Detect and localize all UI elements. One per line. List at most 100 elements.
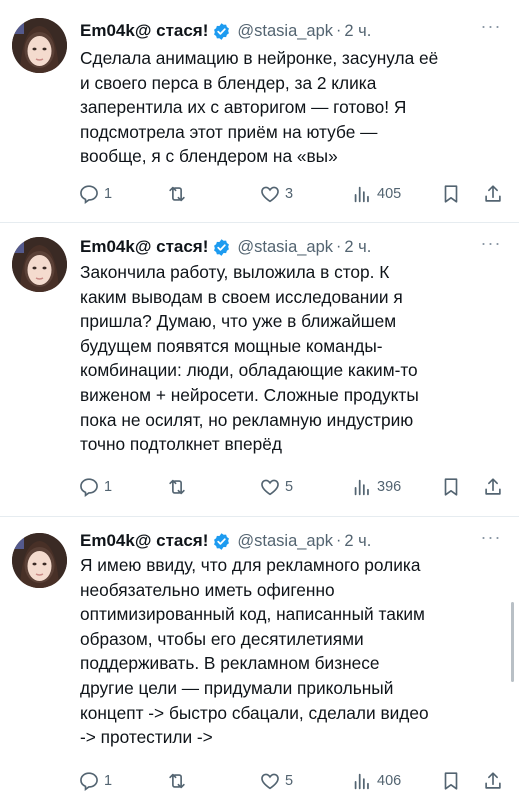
tweet-text-line: заперентила их с авторигом — готово! Я <box>80 97 407 118</box>
tweet-text-line: будущем появятся мощные команды- <box>80 335 383 356</box>
more-icon[interactable]: ··· <box>478 17 504 40</box>
reply-icon <box>80 478 98 497</box>
views-button[interactable]: 396 <box>351 473 401 501</box>
retweet-icon <box>169 186 185 202</box>
author-name[interactable]: Em04k@ стася! <box>80 531 208 551</box>
tweet-text-line: пришла? Думаю, что уже в ближайшем <box>80 311 397 332</box>
tweet-text-line: другие цели — придумали прикольный <box>80 677 394 698</box>
reply-button[interactable]: 1 <box>78 767 112 795</box>
tweet-header: Em04k@ стася! @stasia_apk · 2 ч. <box>80 235 371 259</box>
like-button[interactable]: 3 <box>259 180 293 208</box>
tweet-text-line: Закончила работу, выложила в стор. К <box>80 262 390 282</box>
more-icon[interactable]: ··· <box>478 528 504 551</box>
scrollbar[interactable] <box>511 602 514 682</box>
author-handle[interactable]: @stasia_apk <box>237 22 333 41</box>
retweet-button[interactable] <box>166 473 192 501</box>
tweet-text: Закончила работу, выложила в стор. К как… <box>80 260 505 457</box>
tweet-header: Em04k@ стася! @stasia_apk · 2 ч. <box>80 19 371 43</box>
verified-badge-icon <box>214 532 230 550</box>
views-button[interactable]: 405 <box>351 180 401 208</box>
tweet-actions: 1 5 406 <box>78 767 508 795</box>
like-button[interactable]: 5 <box>259 767 293 795</box>
tweet-text-line: вообще, я с блендером на «вы» <box>80 146 338 167</box>
avatar[interactable] <box>12 237 67 292</box>
avatar[interactable] <box>12 533 67 588</box>
share-button[interactable] <box>482 180 504 208</box>
meta-separator: · <box>336 22 342 39</box>
tweet-actions: 1 3 405 <box>78 180 508 208</box>
bookmark-icon <box>444 772 458 790</box>
tweet[interactable]: Em04k@ стася! @stasia_apk · 2 ч. ··· Я и… <box>0 517 519 800</box>
tweet-text-line: образом, чтобы его десятилетиями <box>80 628 364 649</box>
share-button[interactable] <box>482 473 504 501</box>
bookmark-icon <box>444 185 458 203</box>
like-count: 3 <box>285 186 294 202</box>
tweet-text-line: -> протестили -> <box>80 727 213 748</box>
like-count: 5 <box>285 479 294 495</box>
reply-button[interactable]: 1 <box>78 473 112 501</box>
tweet-text-line: поддерживать. В рекламном бизнесе <box>80 653 380 674</box>
meta-separator: · <box>336 238 342 255</box>
tweet-text-line: и своего перса в блендер, за 2 клика <box>80 72 377 93</box>
bookmark-button[interactable] <box>440 180 462 208</box>
tweet-text-line: необязательно иметь офигенно <box>80 579 335 600</box>
views-button[interactable]: 406 <box>351 767 401 795</box>
share-icon <box>485 185 501 202</box>
bookmark-icon <box>444 478 458 496</box>
reply-count: 1 <box>104 186 113 202</box>
share-icon <box>485 772 501 789</box>
view-count: 396 <box>377 479 402 495</box>
avatar-image <box>12 18 67 73</box>
verified-badge-icon <box>214 22 230 40</box>
meta-separator: · <box>336 532 342 549</box>
avatar-image <box>12 237 67 292</box>
retweet-button[interactable] <box>166 767 192 795</box>
views-icon <box>354 479 369 496</box>
reply-count: 1 <box>104 773 113 789</box>
views-icon <box>354 186 369 203</box>
retweet-icon <box>169 773 185 789</box>
tweet[interactable]: Em04k@ стася! @stasia_apk · 2 ч. ··· Зак… <box>0 223 519 517</box>
like-button[interactable]: 5 <box>259 473 293 501</box>
like-count: 5 <box>285 773 294 789</box>
verified-badge-icon <box>214 238 230 256</box>
tweet-text-line: подсмотрела этот приём на ютубе — <box>80 121 378 142</box>
reply-count: 1 <box>104 479 113 495</box>
more-icon[interactable]: ··· <box>478 234 504 257</box>
like-icon <box>261 773 279 790</box>
tweet-text-line: комбинации: люди, обладающие каким-то <box>80 360 418 381</box>
bookmark-button[interactable] <box>440 473 462 501</box>
avatar[interactable] <box>12 18 67 73</box>
tweet-header: Em04k@ стася! @stasia_apk · 2 ч. <box>80 529 371 553</box>
view-count: 406 <box>377 773 402 789</box>
tweet-text-line: оптимизированный код, написанный таким <box>80 604 425 625</box>
tweet-text-line: Сделала анимацию в нейронке, засунула её <box>80 48 439 68</box>
reply-icon <box>80 772 98 791</box>
timestamp[interactable]: 2 ч. <box>344 22 371 41</box>
bookmark-button[interactable] <box>440 767 462 795</box>
tweet-text: Я имею ввиду, что для рекламного ролика … <box>80 553 505 750</box>
reply-button[interactable]: 1 <box>78 180 112 208</box>
share-button[interactable] <box>482 767 504 795</box>
tweet-text-line: концепт -> быстро сбацали, сделали видео <box>80 702 429 723</box>
share-icon <box>485 478 501 495</box>
like-icon <box>261 186 279 203</box>
author-name[interactable]: Em04k@ стася! <box>80 21 208 41</box>
tweet-text-line: пока не осилят, но рекламную индустрию <box>80 409 414 430</box>
tweet-text-line: каким выводам в своем исследовании я <box>80 286 403 307</box>
tweet-text-line: Я имею ввиду, что для рекламного ролика <box>80 555 421 575</box>
tweet-text: Сделала анимацию в нейронке, засунула её… <box>80 46 505 169</box>
author-handle[interactable]: @stasia_apk <box>237 532 333 551</box>
reply-icon <box>80 185 98 204</box>
author-name[interactable]: Em04k@ стася! <box>80 237 208 257</box>
author-handle[interactable]: @stasia_apk <box>237 238 333 257</box>
avatar-image <box>12 533 67 588</box>
timestamp[interactable]: 2 ч. <box>344 238 371 257</box>
view-count: 405 <box>377 186 402 202</box>
views-icon <box>354 773 369 790</box>
retweet-icon <box>169 479 185 495</box>
tweet-actions: 1 5 396 <box>78 473 508 501</box>
retweet-button[interactable] <box>166 180 192 208</box>
tweet[interactable]: Em04k@ стася! @stasia_apk · 2 ч. ··· Сде… <box>0 0 519 222</box>
timestamp[interactable]: 2 ч. <box>344 532 371 551</box>
